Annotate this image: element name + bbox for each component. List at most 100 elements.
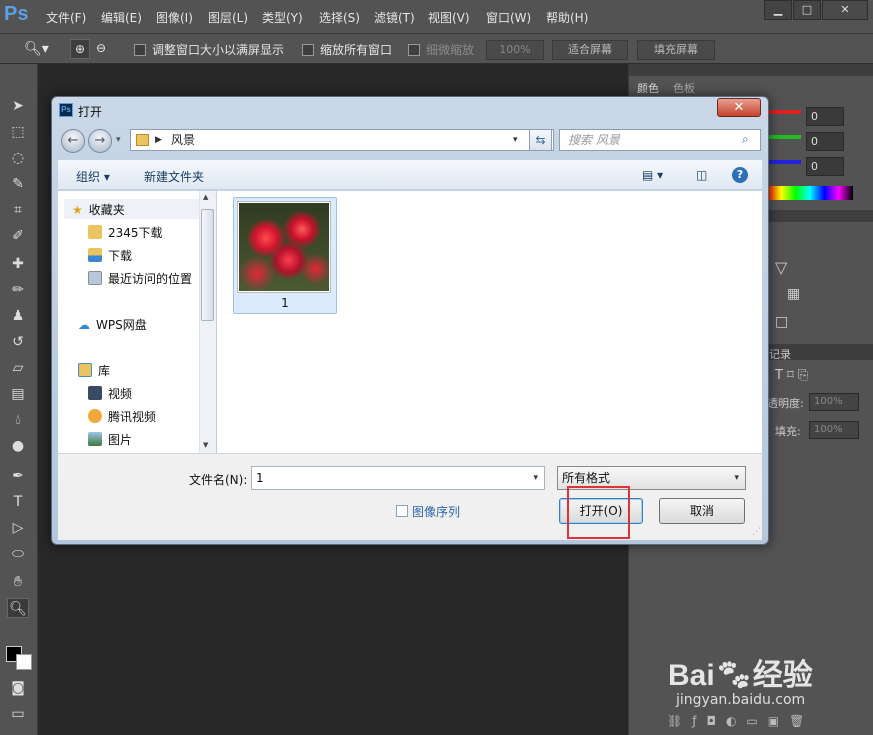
search-icon[interactable]: ⌕ <box>742 132 749 147</box>
crop-tool-icon[interactable]: ⌗ <box>7 200 29 220</box>
fit-screen-button[interactable]: 适合屏幕 <box>552 40 628 60</box>
tab-color[interactable]: 颜色 <box>637 80 659 96</box>
history-dropdown-icon[interactable]: ▾ <box>116 135 121 145</box>
layer-icons[interactable]: T ⌑ ⎘ <box>775 368 808 383</box>
checkbox-icon[interactable] <box>302 44 314 56</box>
maximize-button[interactable]: □ <box>793 0 821 20</box>
eyedropper-tool-icon[interactable]: ✐ <box>7 226 29 246</box>
red-value[interactable]: 0 <box>806 107 844 126</box>
address-dropdown-icon[interactable]: ▾ <box>513 130 518 150</box>
square-icon[interactable]: □ <box>775 314 788 330</box>
preview-pane-icon[interactable]: ◫ <box>696 168 707 182</box>
zoom-tool-icon[interactable]: 🔍︎▾ <box>24 41 49 57</box>
menu-image[interactable]: 图像(I) <box>156 9 193 26</box>
red-flower-thumbnail[interactable] <box>238 202 330 292</box>
format-dropdown-icon[interactable]: ▾ <box>734 467 739 489</box>
nav-wps-drive[interactable]: ☁ WPS网盘 <box>78 316 147 333</box>
resize-grip-icon[interactable]: ⋰ <box>752 527 761 537</box>
panel-collapse-bar[interactable] <box>629 64 873 76</box>
layer-footer-icons[interactable]: ⛓ƒ◘◐▭▣🗑︎ <box>637 714 867 734</box>
path-select-tool-icon[interactable]: ▷ <box>7 518 29 538</box>
type-tool-icon[interactable]: T <box>7 492 29 512</box>
cancel-button[interactable]: 取消 <box>659 498 745 524</box>
dialog-close-button[interactable]: ✕ <box>717 98 761 117</box>
nav-2345-downloads[interactable]: 2345下载 <box>88 224 163 241</box>
pen-tool-icon[interactable]: ✒ <box>7 466 29 486</box>
scroll-down-icon[interactable]: ▼ <box>203 441 208 449</box>
scrubby-zoom-checkbox[interactable]: 细微缩放 <box>408 41 474 58</box>
filename-dropdown-icon[interactable]: ▾ <box>533 467 538 489</box>
menu-help[interactable]: 帮助(H) <box>546 9 588 26</box>
zoom-out-icon[interactable]: ⊖ <box>96 41 106 55</box>
blue-value[interactable]: 0 <box>806 157 844 176</box>
quick-mask-icon[interactable]: ◙ <box>7 678 29 698</box>
grid-icon[interactable]: ▦ <box>787 286 800 302</box>
nav-downloads[interactable]: 下载 <box>88 247 132 264</box>
nav-videos[interactable]: 视频 <box>88 385 132 402</box>
refresh-icon[interactable]: ⇆ <box>529 129 552 151</box>
zoom-tool-active-icon[interactable]: 🔍︎ <box>7 598 29 618</box>
fill-field[interactable]: 100% <box>809 421 859 439</box>
eraser-tool-icon[interactable]: ▱ <box>7 358 29 378</box>
menu-select[interactable]: 选择(S) <box>319 9 360 26</box>
scrollbar-thumb[interactable] <box>201 209 214 321</box>
menu-filter[interactable]: 滤镜(T) <box>374 9 415 26</box>
marquee-tool-icon[interactable]: ⬚ <box>7 122 29 142</box>
tab-swatches[interactable]: 色板 <box>673 80 695 96</box>
forward-icon[interactable]: → <box>88 129 112 153</box>
gradient-tool-icon[interactable]: ▤ <box>7 384 29 404</box>
scroll-up-icon[interactable]: ▲ <box>203 193 208 201</box>
move-tool-icon[interactable]: ➤ <box>7 96 29 116</box>
brush-tool-icon[interactable]: ✏ <box>7 280 29 300</box>
zoom-in-icon[interactable]: ⊕ <box>70 39 90 59</box>
search-input[interactable]: 搜索 风景 <box>559 129 761 151</box>
color-ramp[interactable] <box>767 186 853 200</box>
nav-tencent-video[interactable]: 腾讯视频 <box>88 408 156 425</box>
adjust-triangle-icon[interactable]: ▽ <box>775 258 787 277</box>
background-color-swatch[interactable] <box>16 654 32 670</box>
opacity-field[interactable]: 100% <box>809 393 859 411</box>
menu-type[interactable]: 类型(Y) <box>262 9 303 26</box>
history-tab[interactable]: 记录 <box>769 346 791 362</box>
nav-favorites[interactable]: ★ 收藏夹 <box>72 201 125 218</box>
healing-brush-tool-icon[interactable]: ✚ <box>7 254 29 274</box>
zoom-all-windows-checkbox[interactable]: 缩放所有窗口 <box>302 41 392 58</box>
view-options-icon[interactable]: ▤ ▾ <box>642 168 663 182</box>
menu-edit[interactable]: 编辑(E) <box>101 9 142 26</box>
filename-input[interactable]: 1 ▾ <box>251 466 545 490</box>
menu-view[interactable]: 视图(V) <box>428 9 470 26</box>
nav-library[interactable]: 库 <box>78 362 110 379</box>
menu-layer[interactable]: 图层(L) <box>208 9 248 26</box>
nav-recent-places[interactable]: 最近访问的位置 <box>88 270 192 287</box>
lasso-tool-icon[interactable]: ◌ <box>7 148 29 168</box>
fill-screen-button[interactable]: 填充屏幕 <box>637 40 715 60</box>
back-icon[interactable]: ← <box>61 129 85 153</box>
address-bar[interactable]: ▶ 风景 ▾ <box>130 129 554 151</box>
organize-menu[interactable]: 组织 ▾ <box>76 168 110 185</box>
nav-pictures[interactable]: 图片 <box>88 431 132 448</box>
menu-window[interactable]: 窗口(W) <box>486 9 531 26</box>
new-folder-button[interactable]: 新建文件夹 <box>144 168 204 185</box>
help-icon[interactable]: ? <box>732 167 748 183</box>
red-slider[interactable] <box>767 110 801 114</box>
screen-mode-icon[interactable]: ▭ <box>7 704 29 724</box>
green-slider[interactable] <box>767 135 801 139</box>
history-brush-tool-icon[interactable]: ↺ <box>7 332 29 352</box>
zoom-100-button[interactable]: 100% <box>486 40 544 60</box>
image-sequence-label[interactable]: 图像序列 <box>412 503 460 520</box>
blue-slider[interactable] <box>767 160 801 164</box>
blur-tool-icon[interactable]: 💧︎ <box>7 410 29 430</box>
green-value[interactable]: 0 <box>806 132 844 151</box>
hand-tool-icon[interactable]: ✋︎ <box>7 572 29 592</box>
close-app-button[interactable]: ✕ <box>822 0 868 20</box>
resize-windows-checkbox[interactable]: 调整窗口大小以满屏显示 <box>134 41 284 58</box>
checkbox-icon[interactable] <box>408 44 420 56</box>
quick-select-tool-icon[interactable]: ✎ <box>7 174 29 194</box>
shape-tool-icon[interactable]: ⬭ <box>7 544 29 564</box>
dodge-tool-icon[interactable]: ● <box>7 436 29 456</box>
stamp-tool-icon[interactable]: ♟ <box>7 306 29 326</box>
checkbox-icon[interactable] <box>134 44 146 56</box>
minimize-button[interactable]: ▁ <box>764 0 792 20</box>
breadcrumb-arrow-icon[interactable]: ▶ <box>155 130 162 150</box>
image-sequence-checkbox[interactable] <box>396 505 408 517</box>
